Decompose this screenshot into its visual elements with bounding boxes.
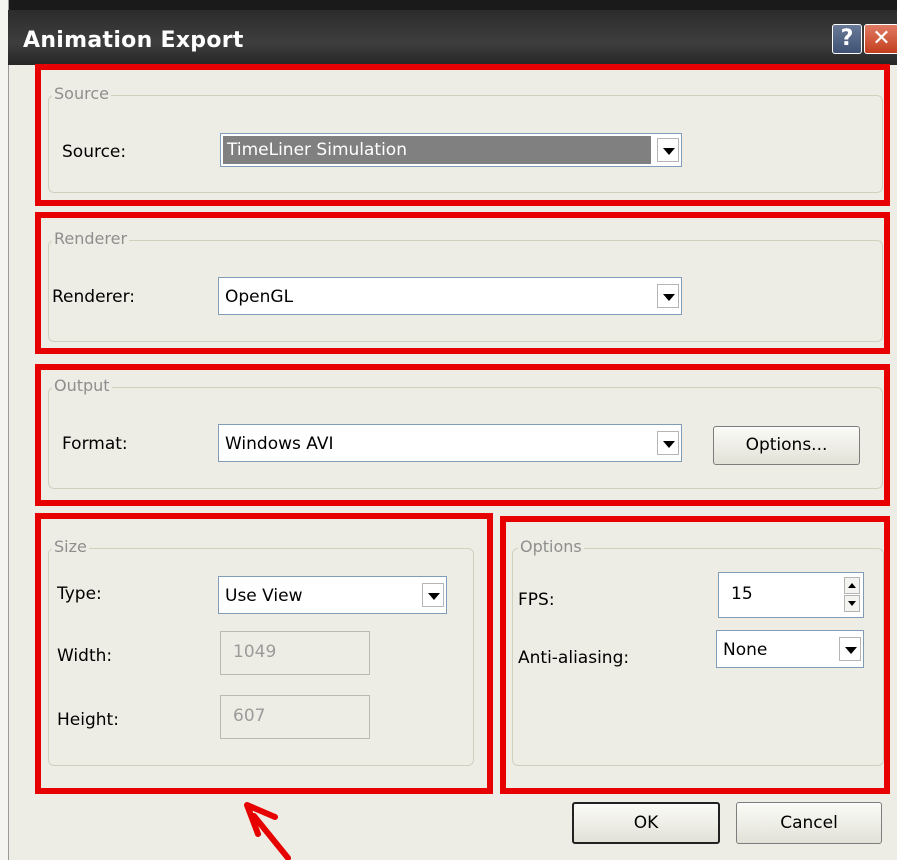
- chevron-down-icon: [663, 441, 675, 448]
- output-options-label: Options...: [745, 435, 828, 455]
- renderer-value: OpenGL: [225, 287, 294, 307]
- source-label: Source:: [62, 142, 127, 162]
- renderer-dropdown[interactable]: OpenGL: [218, 277, 682, 315]
- window-edge: [0, 0, 9, 860]
- arrow-icon: [244, 802, 291, 860]
- spin-down-button[interactable]: [844, 595, 860, 612]
- animation-export-dialog: Animation Export ? ✕ Source Source: Time…: [0, 0, 897, 860]
- fps-value: 15: [731, 584, 753, 604]
- renderer-label: Renderer:: [52, 287, 136, 307]
- size-group-label: Size: [52, 537, 89, 556]
- size-type-value: Use View: [225, 586, 303, 606]
- size-type-dropdown-button[interactable]: [422, 583, 444, 607]
- height-value: 607: [233, 706, 266, 726]
- format-dropdown-button[interactable]: [657, 431, 679, 455]
- close-icon: ✕: [872, 26, 891, 51]
- format-value: Windows AVI: [225, 434, 334, 454]
- width-value: 1049: [233, 642, 277, 662]
- width-field[interactable]: 1049: [220, 631, 370, 675]
- anti-aliasing-label: Anti-aliasing:: [518, 648, 630, 668]
- source-group-label: Source: [52, 84, 111, 103]
- renderer-group-label: Renderer: [52, 229, 130, 248]
- format-label: Format:: [62, 434, 128, 454]
- window-title: Animation Export: [23, 28, 244, 53]
- ok-button[interactable]: OK: [572, 802, 720, 844]
- fps-spinner[interactable]: 15: [718, 572, 864, 618]
- help-icon: ?: [840, 26, 854, 51]
- cancel-button[interactable]: Cancel: [736, 802, 882, 844]
- spin-down-icon: [848, 601, 856, 606]
- source-dropdown[interactable]: TimeLiner Simulation: [220, 133, 682, 167]
- chevron-down-icon: [845, 647, 857, 654]
- height-field[interactable]: 607: [220, 695, 370, 739]
- chevron-down-icon: [663, 148, 675, 155]
- format-dropdown[interactable]: Windows AVI: [218, 424, 682, 462]
- fps-label: FPS:: [518, 590, 555, 610]
- anti-aliasing-dropdown-button[interactable]: [839, 637, 861, 661]
- width-label: Width:: [57, 646, 113, 666]
- source-value: TimeLiner Simulation: [227, 140, 407, 160]
- cancel-label: Cancel: [780, 813, 838, 833]
- options-group-label: Options: [518, 537, 584, 556]
- output-group-label: Output: [52, 376, 112, 395]
- chevron-down-icon: [663, 294, 675, 301]
- source-dropdown-button[interactable]: [657, 138, 679, 162]
- renderer-dropdown-button[interactable]: [657, 284, 679, 308]
- anti-aliasing-value: None: [723, 640, 768, 660]
- close-button[interactable]: ✕: [864, 24, 897, 54]
- spin-up-icon: [848, 583, 856, 588]
- type-label: Type:: [57, 584, 102, 604]
- chevron-down-icon: [428, 593, 440, 600]
- help-button[interactable]: ?: [832, 24, 862, 54]
- size-type-dropdown[interactable]: Use View: [218, 576, 447, 614]
- background-strip: [0, 0, 897, 10]
- ok-label: OK: [633, 813, 659, 833]
- anti-aliasing-dropdown[interactable]: None: [716, 630, 864, 668]
- output-options-button[interactable]: Options...: [713, 426, 860, 465]
- title-bar[interactable]: Animation Export ? ✕: [8, 10, 897, 65]
- spin-up-button[interactable]: [844, 577, 860, 594]
- height-label: Height:: [57, 710, 119, 730]
